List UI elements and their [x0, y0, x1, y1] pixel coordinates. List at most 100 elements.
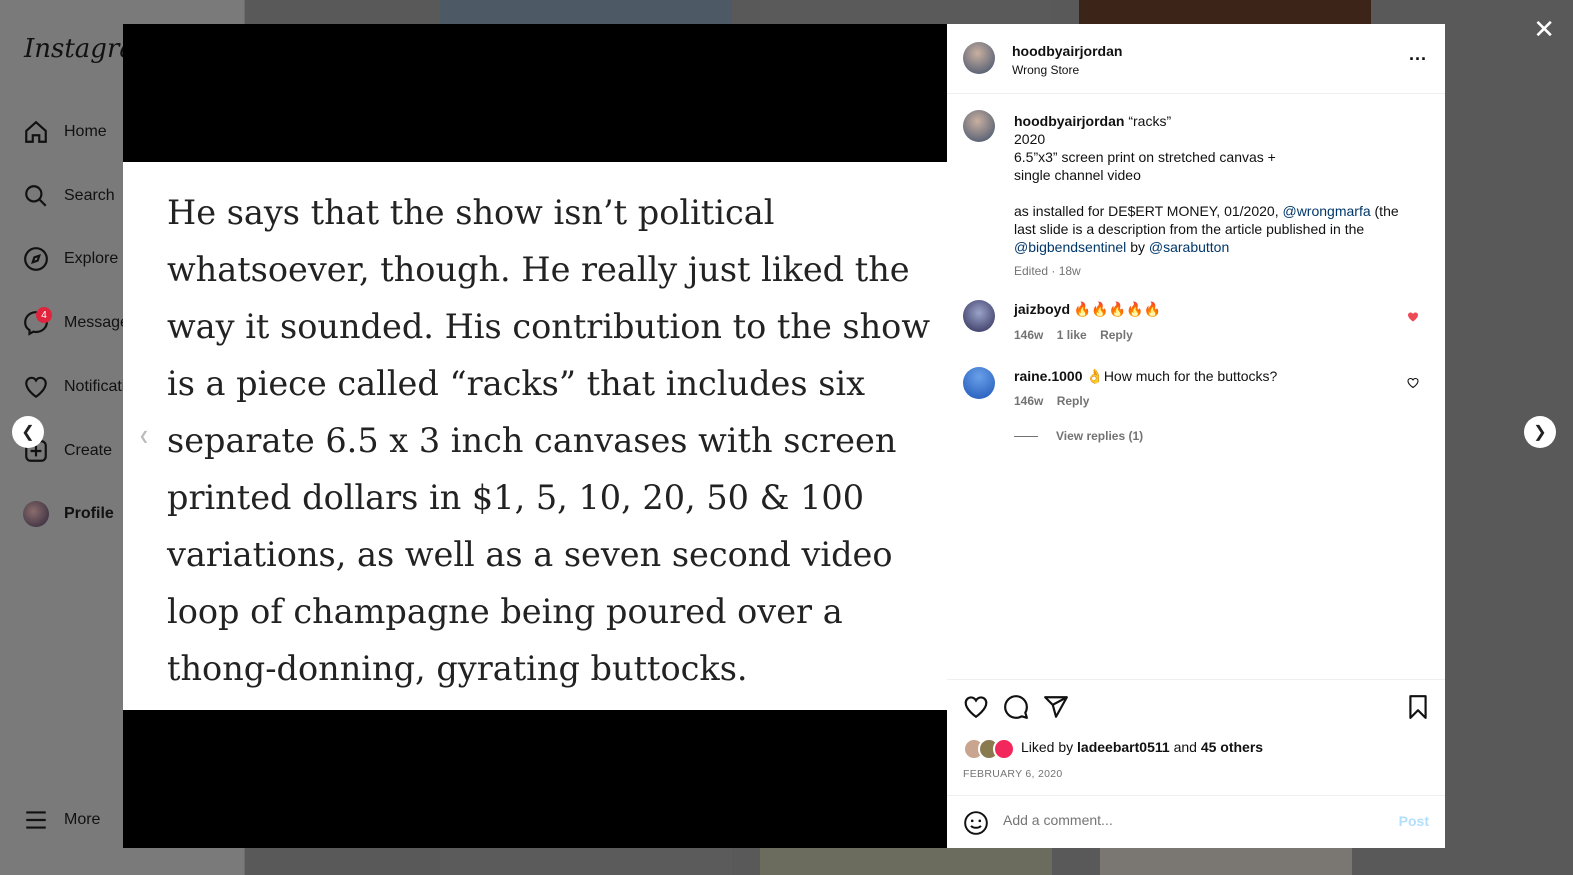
caption-text: 2020 [1014, 131, 1046, 147]
menu-icon [22, 806, 50, 834]
article-screenshot: He says that the show isn’t political wh… [123, 162, 947, 710]
compass-icon [22, 245, 50, 273]
comment-input[interactable] [1003, 812, 1363, 828]
caption-text: “racks” [1128, 113, 1172, 129]
sidebar-item-label: Search [64, 187, 115, 204]
comment-text: 🔥🔥🔥🔥🔥 [1073, 301, 1162, 317]
message-count-badge: 4 [36, 307, 52, 323]
post-comment-button[interactable]: Post [1399, 813, 1429, 829]
view-replies-label: View replies (1) [1056, 429, 1144, 443]
likes-prefix: Liked by [1021, 739, 1074, 755]
mention-link[interactable]: @sarabutton [1149, 239, 1229, 255]
post-actions: Liked by ladeebart0511 and 45 others FEB… [947, 679, 1445, 796]
sidebar-item-label: Create [64, 442, 113, 459]
background-post-tile [760, 0, 1052, 24]
article-line: separate 6.5 x 3 inch canvases with scre… [167, 421, 897, 460]
sidebar-item-label: Explore [64, 250, 119, 267]
comment: jaizboyd 🔥🔥🔥🔥🔥 146w 1 like Reply [963, 300, 1433, 350]
sidebar-item-label: Home [64, 123, 107, 140]
avatar[interactable] [963, 42, 995, 74]
background-post-tile [440, 848, 732, 875]
article-line: printed dollars in $1, 5, 10, 20, 50 & 1… [167, 478, 865, 517]
post-media: He says that the show isn’t political wh… [123, 24, 947, 848]
liked-heart-icon[interactable] [1407, 311, 1419, 323]
likes-and: and [1173, 739, 1197, 755]
article-line: thong-donning, gyrating buttocks. [167, 649, 748, 688]
likes-others[interactable]: 45 others [1201, 739, 1263, 755]
background-post-tile [440, 0, 732, 24]
reply-button[interactable]: Reply [1100, 328, 1133, 342]
caption-text: by [1130, 239, 1145, 255]
liker-avatar[interactable] [993, 738, 1015, 760]
view-replies-button[interactable]: View replies (1) [1014, 429, 1143, 443]
likes-summary: Liked by ladeebart0511 and 45 others [1021, 739, 1263, 755]
post-details-panel: hoodbyairjordan Wrong Store ... hoodbyai… [947, 24, 1445, 848]
post-location[interactable]: Wrong Store [1012, 63, 1079, 77]
comment: raine.1000 👌How much for the buttocks? 1… [963, 367, 1433, 447]
emoji-icon[interactable] [963, 810, 989, 836]
comment-time[interactable]: 146w [1014, 328, 1043, 342]
home-icon [22, 118, 50, 146]
comment-username[interactable]: raine.1000 [1014, 368, 1083, 384]
article-line: variations, as well as a seven second vi… [167, 535, 893, 574]
sidebar-item-label: More [64, 811, 101, 828]
like-icon[interactable] [963, 694, 989, 720]
liker-username[interactable]: ladeebart0511 [1077, 739, 1170, 755]
avatar [22, 500, 50, 528]
sidebar-item-search[interactable]: Search [22, 176, 115, 216]
next-post-button[interactable]: ❯ [1524, 416, 1556, 448]
caption-text: last slide is a description from the art… [1014, 221, 1365, 237]
comment-icon[interactable] [1003, 694, 1029, 720]
avatar[interactable] [963, 300, 995, 332]
caption-username[interactable]: hoodbyairjordan [1014, 113, 1124, 129]
caption-text: 6.5”x3” screen print on stretched canvas… [1014, 149, 1276, 165]
bookmark-icon[interactable] [1405, 694, 1431, 720]
search-icon [22, 182, 50, 210]
article-text: He says that the show isn’t political wh… [167, 184, 931, 697]
comment-text: 👌How much for the buttocks? [1086, 368, 1278, 384]
post-date[interactable]: FEBRUARY 6, 2020 [963, 768, 1063, 780]
close-icon[interactable]: ✕ [1533, 14, 1555, 45]
mention-link[interactable]: @bigbendsentinel [1014, 239, 1126, 255]
post-header: hoodbyairjordan Wrong Store ... [947, 24, 1445, 94]
sidebar-item-explore[interactable]: Explore [22, 239, 118, 279]
carousel-prev-button[interactable]: ❮ [131, 423, 157, 449]
post-caption: hoodbyairjordan “racks” 2020 6.5”x3” scr… [1014, 112, 1424, 280]
article-line: He says that the show isn’t political [167, 193, 775, 232]
chevron-left-icon: ❮ [138, 429, 150, 443]
previous-post-button[interactable]: ❮ [12, 416, 44, 448]
divider-line [1014, 435, 1038, 437]
article-line: whatsoever, though. He really just liked… [167, 250, 910, 289]
caption-text: as installed for DE$ERT MONEY, 01/2020, [1014, 203, 1279, 219]
background-post-tile [1100, 848, 1352, 875]
heart-icon [22, 373, 50, 401]
caption-meta: Edited · 18w [1014, 264, 1081, 278]
background-post-tile [1079, 0, 1371, 24]
mention-link[interactable]: @wrongmarfa [1282, 203, 1370, 219]
sidebar-item-messages[interactable]: 4 Messages [22, 303, 137, 343]
chevron-right-icon: ❯ [1533, 424, 1547, 441]
reply-button[interactable]: Reply [1057, 394, 1090, 408]
add-comment-bar: Post [947, 795, 1445, 849]
caption-text: single channel video [1014, 167, 1141, 183]
messenger-icon: 4 [22, 307, 52, 337]
sidebar-item-profile[interactable]: Profile [22, 494, 114, 534]
comment-username[interactable]: jaizboyd [1014, 301, 1070, 317]
avatar[interactable] [963, 367, 995, 399]
sidebar-item-label: Profile [64, 505, 114, 522]
sidebar-item-more[interactable]: More [22, 800, 100, 840]
comment-likes[interactable]: 1 like [1057, 328, 1087, 342]
comment-time[interactable]: 146w [1014, 394, 1043, 408]
background-post-tile [760, 848, 1052, 875]
article-line: way it sounded. His contribution to the … [167, 307, 931, 346]
article-line: loop of champagne being poured over a [167, 592, 843, 631]
avatar[interactable] [963, 110, 995, 142]
heart-icon[interactable] [1407, 377, 1419, 389]
chevron-left-icon: ❮ [21, 424, 35, 441]
share-icon[interactable] [1043, 694, 1069, 720]
article-line: is a piece called “racks” that includes … [167, 364, 865, 403]
post-username[interactable]: hoodbyairjordan [1012, 43, 1122, 59]
more-options-icon[interactable]: ... [1409, 44, 1427, 65]
caption-text: (the [1374, 203, 1399, 219]
sidebar-item-home[interactable]: Home [22, 112, 107, 152]
